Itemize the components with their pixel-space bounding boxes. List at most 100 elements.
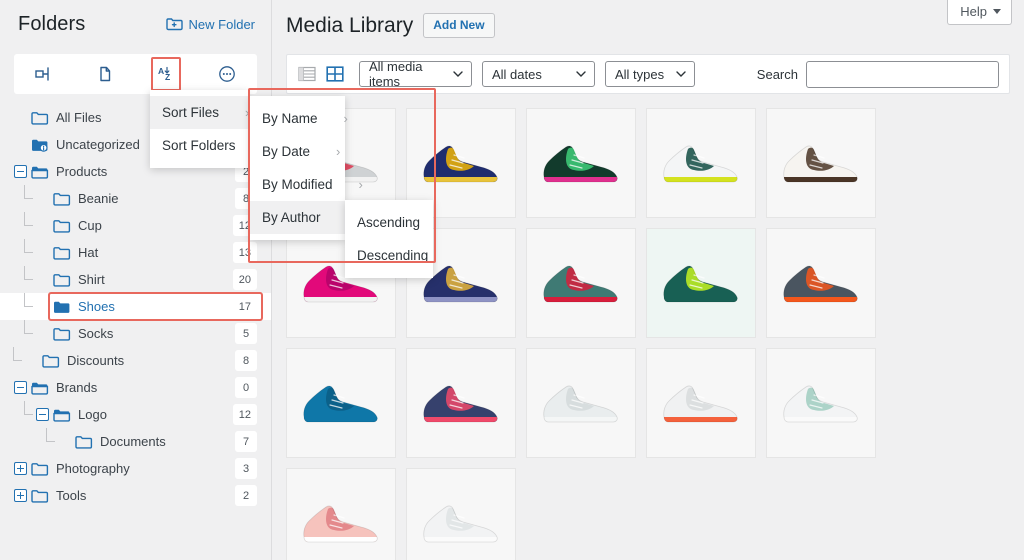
- folder-label: Beanie: [78, 191, 119, 206]
- folder-count-badge: 20: [232, 269, 257, 290]
- list-view-icon[interactable]: [297, 64, 317, 84]
- media-grid-item[interactable]: [526, 228, 636, 339]
- folder-icon: [31, 489, 49, 503]
- media-library-header: Media Library Add New: [272, 0, 1024, 39]
- menu-item-label: Ascending: [357, 215, 421, 230]
- tree-connector: [24, 212, 33, 226]
- tree-connector: [24, 185, 33, 199]
- help-button[interactable]: Help: [947, 0, 1012, 25]
- sort-menu-item-sort-files[interactable]: Sort Files ›: [150, 96, 249, 129]
- media-library-page: Folders New Folder A Z All Files Uncateg…: [0, 0, 1024, 560]
- grid-view-icon[interactable]: [325, 64, 345, 84]
- tree-connector: [24, 401, 33, 415]
- new-folder-icon: [165, 17, 183, 31]
- media-thumbnail: [423, 505, 498, 543]
- chevron-down-icon: [676, 71, 686, 78]
- folder-tree-item-shoes[interactable]: Shoes 17: [0, 292, 271, 321]
- media-grid-item[interactable]: [766, 228, 876, 339]
- sort-menu-item-sort-folders[interactable]: Sort Folders›: [150, 129, 266, 162]
- media-grid-item[interactable]: [646, 348, 756, 459]
- collapse-icon[interactable]: [14, 165, 27, 178]
- sort-direction-item-ascending[interactable]: Ascending: [345, 206, 433, 239]
- more-options-icon[interactable]: [196, 54, 257, 94]
- folder-tree-item-discounts[interactable]: Discounts 8: [0, 347, 271, 374]
- svg-text:Z: Z: [165, 72, 170, 82]
- media-grid-item[interactable]: [526, 108, 636, 219]
- expand-icon[interactable]: [14, 489, 27, 502]
- folder-tree-item-beanie[interactable]: Beanie 8: [0, 185, 271, 212]
- folder-tree-item-documents[interactable]: Documents 7: [0, 428, 271, 455]
- dates-value: All dates: [492, 66, 542, 82]
- media-thumbnail: [663, 265, 738, 303]
- folder-count-badge: 7: [235, 431, 257, 452]
- new-folder-button[interactable]: New Folder: [165, 17, 255, 32]
- sort-menu: Sort Files › Sort Folders›: [150, 90, 266, 168]
- sort-az-icon[interactable]: A Z: [136, 54, 197, 94]
- chevron-down-icon: [993, 9, 1001, 14]
- media-grid-item[interactable]: [406, 468, 516, 560]
- media-grid-item[interactable]: [646, 108, 756, 219]
- folder-tree-item-brands[interactable]: Brands 0: [0, 374, 271, 401]
- menu-item-label: By Name: [262, 111, 318, 126]
- paste-icon[interactable]: [75, 54, 136, 94]
- media-thumbnail: [783, 265, 858, 303]
- media-items-value: All media items: [369, 59, 423, 90]
- sidebar-toolbar: A Z: [14, 54, 257, 94]
- media-thumbnail: [423, 385, 498, 423]
- sort-field-item-by-name[interactable]: By Name ›: [250, 102, 348, 135]
- search-input[interactable]: [806, 60, 999, 88]
- folder-icon: [53, 327, 71, 341]
- media-thumbnail: [783, 145, 858, 183]
- folder-label: Tools: [56, 488, 87, 503]
- folder-label: Photography: [56, 461, 130, 476]
- folder-icon: [31, 462, 49, 476]
- folder-tree-item-photography[interactable]: Photography 3: [0, 455, 271, 482]
- media-grid-item[interactable]: [646, 228, 756, 339]
- sort-field-item-by-author[interactable]: By Author›: [250, 201, 351, 234]
- media-grid-item[interactable]: [766, 108, 876, 219]
- folder-count-badge: 13: [232, 242, 257, 263]
- types-value: All types: [615, 66, 665, 82]
- media-thumbnail: [423, 145, 498, 183]
- folder-tree-item-hat[interactable]: Hat 13: [0, 239, 271, 266]
- media-grid-item[interactable]: [766, 348, 876, 459]
- media-library-title: Media Library: [286, 13, 414, 37]
- sort-direction-item-descending[interactable]: Descending: [345, 239, 433, 272]
- expand-icon[interactable]: [14, 462, 27, 475]
- sort-field-item-by-date[interactable]: By Date ›: [250, 135, 345, 168]
- media-grid-item[interactable]: [406, 348, 516, 459]
- search-area: Search: [756, 60, 999, 88]
- menu-item-label: Descending: [357, 248, 429, 263]
- folder-label: Products: [56, 164, 108, 179]
- folder-label: Brands: [56, 380, 98, 395]
- media-grid-item[interactable]: [286, 468, 396, 560]
- search-label: Search: [756, 66, 798, 82]
- media-thumbnail: [303, 505, 378, 543]
- collapse-icon[interactable]: [36, 408, 49, 421]
- folder-tree-item-logo[interactable]: Logo 12: [0, 401, 271, 428]
- folder-tree-item-tools[interactable]: Tools 2: [0, 482, 271, 509]
- media-items-select[interactable]: All media items: [359, 59, 472, 90]
- sidebar-header: Folders New Folder: [0, 0, 271, 48]
- dates-select[interactable]: All dates: [482, 61, 595, 88]
- media-grid-item[interactable]: [286, 348, 396, 459]
- types-select[interactable]: All types: [605, 61, 695, 88]
- folder-tree-item-socks[interactable]: Socks 5: [0, 320, 271, 347]
- media-grid-item[interactable]: [526, 348, 636, 459]
- sort-field-item-by-modified[interactable]: By Modified ›: [250, 168, 363, 201]
- folder-tree-item-cup[interactable]: Cup 12: [0, 212, 271, 239]
- folder-icon: [31, 111, 49, 125]
- toggle-tree-icon[interactable]: [14, 54, 75, 94]
- add-new-button[interactable]: Add New: [423, 13, 495, 39]
- folder-tree-item-shirt[interactable]: Shirt 20: [0, 266, 271, 293]
- svg-text:A: A: [158, 66, 164, 76]
- collapse-icon[interactable]: [14, 381, 27, 394]
- folder-label: Documents: [100, 434, 166, 449]
- folder-label: Hat: [78, 245, 99, 260]
